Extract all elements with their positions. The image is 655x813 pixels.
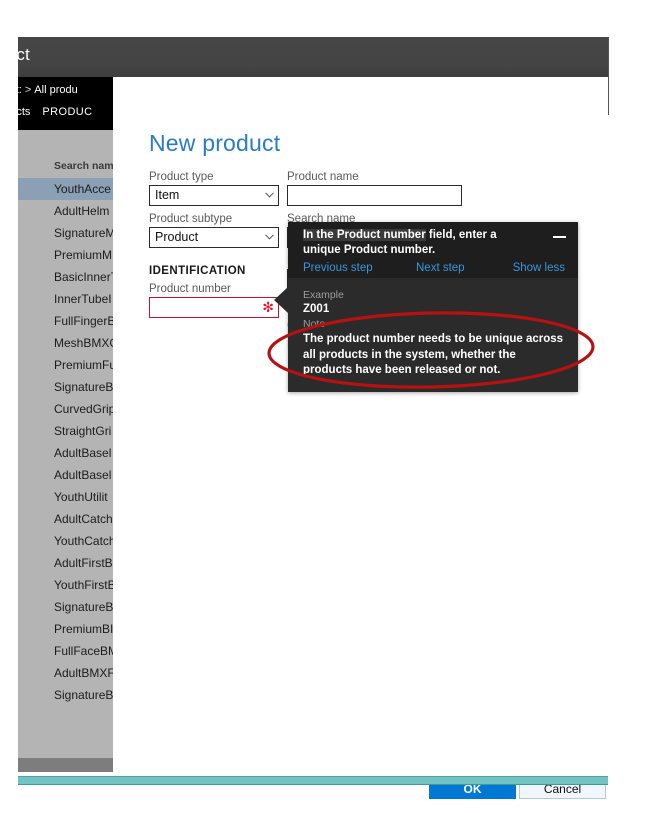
list-item[interactable]: PremiumBI xyxy=(18,618,113,640)
tooltip-pointer-arrow xyxy=(274,287,288,313)
label-product-number: Product number xyxy=(149,283,231,295)
navigation-strip: duct:>All produ oducts PRODUC xyxy=(18,77,113,130)
tooltip-example-label: Example xyxy=(303,289,344,301)
list-item[interactable]: SignatureM xyxy=(18,222,113,244)
field-product-name: Product name xyxy=(287,171,462,206)
field-product-number: Product number ✻ xyxy=(149,283,279,318)
list-item[interactable]: SignatureB xyxy=(18,376,113,398)
coaching-tooltip: In the Product number field, enter a uni… xyxy=(274,222,578,392)
field-product-type: Product type Item xyxy=(149,171,279,206)
list-item[interactable]: PremiumM xyxy=(18,244,113,266)
tooltip-title: In the Product number field, enter a uni… xyxy=(303,228,528,258)
tooltip-header: In the Product number field, enter a uni… xyxy=(288,222,578,278)
tooltip-body: Example Z001 Note The product number nee… xyxy=(303,288,565,379)
list-item[interactable]: FullFingerB xyxy=(18,310,113,332)
dialog-title: New product xyxy=(149,130,281,156)
list-item[interactable]: PremiumFu xyxy=(18,354,113,376)
tab-all-products[interactable]: oducts xyxy=(18,106,30,118)
minimize-icon[interactable] xyxy=(552,230,568,244)
input-product-name[interactable] xyxy=(287,185,462,206)
list-item[interactable]: CurvedGrip xyxy=(18,398,113,420)
label-product-name: Product name xyxy=(287,171,359,183)
list-item[interactable]: YouthFirstB xyxy=(18,574,113,596)
application-window: roduct duct:>All produ oducts PRODUC Sear… xyxy=(18,37,626,804)
section-header-identification: IDENTIFICATION xyxy=(149,265,246,277)
breadcrumb-current[interactable]: All produ xyxy=(34,84,77,96)
app-header-title: roduct xyxy=(18,45,30,64)
list-item[interactable]: AdultFirstB xyxy=(18,552,113,574)
list-item[interactable]: AdultBasel xyxy=(18,442,113,464)
combobox-product-type[interactable]: Item xyxy=(149,185,279,206)
list-item[interactable]: AdultHelm xyxy=(18,200,113,222)
required-asterisk-icon: ✻ xyxy=(262,300,274,316)
bottom-accent-bar xyxy=(18,776,608,785)
list-horizontal-scrollbar[interactable] xyxy=(18,758,113,772)
list-item[interactable]: FullFaceBM xyxy=(18,640,113,662)
app-header-bar: roduct xyxy=(18,37,608,77)
list-item[interactable]: YouthAcce xyxy=(18,178,113,200)
next-step-link[interactable]: Next step xyxy=(416,262,465,274)
show-less-link[interactable]: Show less xyxy=(513,262,565,274)
tooltip-example-value: Z001 xyxy=(303,303,330,315)
tooltip-step-links: Previous step Next step Show less xyxy=(288,262,578,280)
list-item[interactable]: AdultBasel xyxy=(18,464,113,486)
tooltip-note-label: Note xyxy=(303,318,326,330)
screenshot-root: roduct duct:>All produ oducts PRODUC Sear… xyxy=(0,0,655,813)
list-column-header-search-name: Search name xyxy=(54,160,113,172)
product-list[interactable]: YouthAcce AdultHelm SignatureM PremiumM Basi… xyxy=(18,178,113,706)
list-item[interactable]: InnerTubeI xyxy=(18,288,113,310)
input-product-number[interactable]: ✻ xyxy=(149,297,279,318)
list-item[interactable]: StraightGri xyxy=(18,420,113,442)
list-item[interactable]: YouthCatch xyxy=(18,530,113,552)
tab-row: oducts PRODUC xyxy=(18,106,93,118)
list-item[interactable]: BasicInnerT xyxy=(18,266,113,288)
label-product-type: Product type xyxy=(149,171,214,183)
chevron-down-icon xyxy=(265,192,274,200)
previous-step-link[interactable]: Previous step xyxy=(303,262,373,274)
list-item[interactable]: AdultCatch xyxy=(18,508,113,530)
list-item[interactable]: MeshBMXG xyxy=(18,332,113,354)
list-item[interactable]: YouthUtilit xyxy=(18,486,113,508)
new-product-dialog: New product Product type Item Product na… xyxy=(131,115,626,804)
value-product-type: Item xyxy=(155,188,180,202)
combobox-product-subtype[interactable]: Product xyxy=(149,227,279,248)
list-item[interactable]: SignatureB xyxy=(18,684,113,706)
list-item[interactable]: AdultBMXF xyxy=(18,662,113,684)
list-item[interactable]: SignatureB xyxy=(18,596,113,618)
breadcrumb: duct:>All produ xyxy=(18,84,78,96)
label-product-subtype: Product subtype xyxy=(149,213,233,225)
breadcrumb-separator-icon: > xyxy=(24,84,32,96)
product-list-panel: Search name YouthAcce AdultHelm SignatureM… xyxy=(18,130,113,758)
field-product-subtype: Product subtype Product xyxy=(149,213,279,248)
tooltip-title-highlight: In the Product number xyxy=(303,229,426,241)
chevron-down-icon xyxy=(265,234,274,242)
tab-product[interactable]: PRODUC xyxy=(42,106,92,118)
value-product-subtype: Product xyxy=(155,230,199,244)
tooltip-note-text: The product number needs to be unique ac… xyxy=(303,333,564,376)
